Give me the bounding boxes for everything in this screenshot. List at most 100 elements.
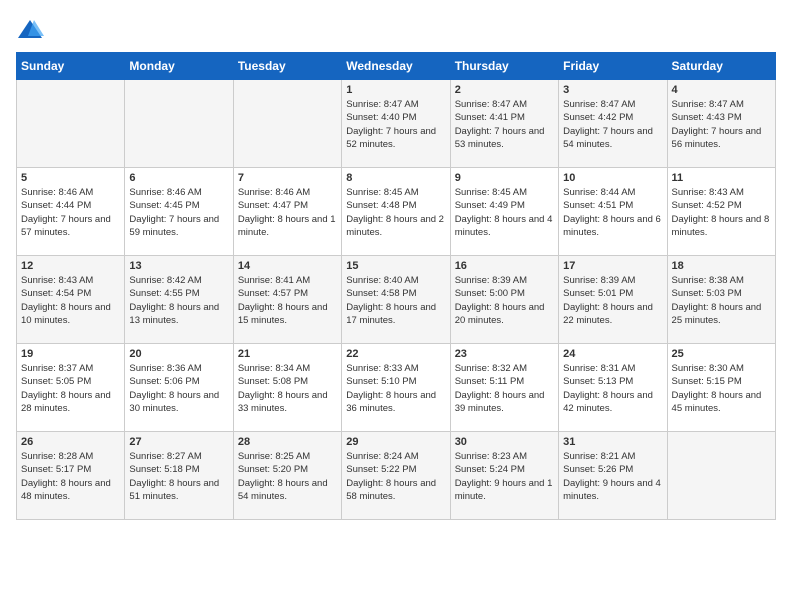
week-row-2: 12 Sunrise: 8:43 AM Sunset: 4:54 PM Dayli…: [17, 256, 776, 344]
day-info: Sunrise: 8:30 AM Sunset: 5:15 PM Dayligh…: [672, 362, 771, 415]
calendar-table: SundayMondayTuesdayWednesdayThursdayFrid…: [16, 52, 776, 520]
calendar-cell: 28 Sunrise: 8:25 AM Sunset: 5:20 PM Dayli…: [233, 432, 341, 520]
header-day-monday: Monday: [125, 53, 233, 80]
day-number: 13: [129, 260, 228, 272]
day-number: 4: [672, 84, 771, 96]
day-info: Sunrise: 8:43 AM Sunset: 4:52 PM Dayligh…: [672, 186, 771, 239]
day-info: Sunrise: 8:38 AM Sunset: 5:03 PM Dayligh…: [672, 274, 771, 327]
day-info: Sunrise: 8:44 AM Sunset: 4:51 PM Dayligh…: [563, 186, 662, 239]
day-number: 1: [346, 84, 445, 96]
day-number: 26: [21, 436, 120, 448]
day-number: 18: [672, 260, 771, 272]
day-info: Sunrise: 8:45 AM Sunset: 4:48 PM Dayligh…: [346, 186, 445, 239]
day-info: Sunrise: 8:46 AM Sunset: 4:44 PM Dayligh…: [21, 186, 120, 239]
logo: [16, 16, 48, 44]
page-header: [16, 16, 776, 44]
calendar-cell: [233, 80, 341, 168]
day-info: Sunrise: 8:40 AM Sunset: 4:58 PM Dayligh…: [346, 274, 445, 327]
header-day-tuesday: Tuesday: [233, 53, 341, 80]
calendar-cell: 21 Sunrise: 8:34 AM Sunset: 5:08 PM Dayli…: [233, 344, 341, 432]
day-info: Sunrise: 8:47 AM Sunset: 4:40 PM Dayligh…: [346, 98, 445, 151]
calendar-cell: 27Sunrise: 8:27 AM Sunset: 5:18 PM Dayli…: [125, 432, 233, 520]
calendar-cell: 17 Sunrise: 8:39 AM Sunset: 5:01 PM Dayli…: [559, 256, 667, 344]
calendar-cell: 9 Sunrise: 8:45 AM Sunset: 4:49 PM Daylig…: [450, 168, 558, 256]
day-number: 11: [672, 172, 771, 184]
day-number: 14: [238, 260, 337, 272]
day-number: 5: [21, 172, 120, 184]
header-row: SundayMondayTuesdayWednesdayThursdayFrid…: [17, 53, 776, 80]
day-info: Sunrise: 8:47 AM Sunset: 4:41 PM Dayligh…: [455, 98, 554, 151]
calendar-cell: 19 Sunrise: 8:37 AM Sunset: 5:05 PM Dayli…: [17, 344, 125, 432]
calendar-cell: 13 Sunrise: 8:42 AM Sunset: 4:55 PM Dayli…: [125, 256, 233, 344]
calendar-cell: 1 Sunrise: 8:47 AM Sunset: 4:40 PM Daylig…: [342, 80, 450, 168]
header-day-wednesday: Wednesday: [342, 53, 450, 80]
calendar-cell: 11 Sunrise: 8:43 AM Sunset: 4:52 PM Dayli…: [667, 168, 775, 256]
day-info: Sunrise: 8:31 AM Sunset: 5:13 PM Dayligh…: [563, 362, 662, 415]
day-number: 8: [346, 172, 445, 184]
day-number: 2: [455, 84, 554, 96]
day-number: 23: [455, 348, 554, 360]
day-info: Sunrise: 8:25 AM Sunset: 5:20 PM Dayligh…: [238, 450, 337, 503]
day-info: Sunrise: 8:24 AM Sunset: 5:22 PM Dayligh…: [346, 450, 445, 503]
day-info: Sunrise: 8:33 AM Sunset: 5:10 PM Dayligh…: [346, 362, 445, 415]
header-day-sunday: Sunday: [17, 53, 125, 80]
calendar-cell: 14 Sunrise: 8:41 AM Sunset: 4:57 PM Dayli…: [233, 256, 341, 344]
day-info: Sunrise: 8:28 AM Sunset: 5:17 PM Dayligh…: [21, 450, 120, 503]
day-info: Sunrise: 8:36 AM Sunset: 5:06 PM Dayligh…: [129, 362, 228, 415]
week-row-4: 26 Sunrise: 8:28 AM Sunset: 5:17 PM Dayli…: [17, 432, 776, 520]
day-info: Sunrise: 8:47 AM Sunset: 4:42 PM Dayligh…: [563, 98, 662, 151]
day-number: 21: [238, 348, 337, 360]
week-row-1: 5 Sunrise: 8:46 AM Sunset: 4:44 PM Daylig…: [17, 168, 776, 256]
calendar-cell: 18 Sunrise: 8:38 AM Sunset: 5:03 PM Dayli…: [667, 256, 775, 344]
calendar-cell: [667, 432, 775, 520]
logo-icon: [16, 16, 44, 44]
day-info: Sunrise: 8:41 AM Sunset: 4:57 PM Dayligh…: [238, 274, 337, 327]
day-info: Sunrise: 8:37 AM Sunset: 5:05 PM Dayligh…: [21, 362, 120, 415]
day-info: Sunrise: 8:46 AM Sunset: 4:47 PM Dayligh…: [238, 186, 337, 239]
day-number: 30: [455, 436, 554, 448]
calendar-cell: 8 Sunrise: 8:45 AM Sunset: 4:48 PM Daylig…: [342, 168, 450, 256]
header-day-saturday: Saturday: [667, 53, 775, 80]
calendar-cell: [17, 80, 125, 168]
calendar-cell: 6 Sunrise: 8:46 AM Sunset: 4:45 PM Daylig…: [125, 168, 233, 256]
day-info: Sunrise: 8:46 AM Sunset: 4:45 PM Dayligh…: [129, 186, 228, 239]
day-number: 9: [455, 172, 554, 184]
day-info: Sunrise: 8:34 AM Sunset: 5:08 PM Dayligh…: [238, 362, 337, 415]
calendar-cell: 25 Sunrise: 8:30 AM Sunset: 5:15 PM Dayli…: [667, 344, 775, 432]
day-number: 28: [238, 436, 337, 448]
calendar-cell: 4 Sunrise: 8:47 AM Sunset: 4:43 PM Daylig…: [667, 80, 775, 168]
day-number: 24: [563, 348, 662, 360]
day-number: 12: [21, 260, 120, 272]
day-info: Sunrise: 8:23 AM Sunset: 5:24 PM Dayligh…: [455, 450, 554, 503]
day-number: 31: [563, 436, 662, 448]
day-number: 16: [455, 260, 554, 272]
day-number: 19: [21, 348, 120, 360]
calendar-cell: 20Sunrise: 8:36 AM Sunset: 5:06 PM Dayli…: [125, 344, 233, 432]
week-row-3: 19 Sunrise: 8:37 AM Sunset: 5:05 PM Dayli…: [17, 344, 776, 432]
calendar-cell: 22 Sunrise: 8:33 AM Sunset: 5:10 PM Dayli…: [342, 344, 450, 432]
day-number: 25: [672, 348, 771, 360]
day-info: Sunrise: 8:45 AM Sunset: 4:49 PM Dayligh…: [455, 186, 554, 239]
day-info: Sunrise: 8:47 AM Sunset: 4:43 PM Dayligh…: [672, 98, 771, 151]
calendar-cell: 23Sunrise: 8:32 AM Sunset: 5:11 PM Dayli…: [450, 344, 558, 432]
day-info: Sunrise: 8:42 AM Sunset: 4:55 PM Dayligh…: [129, 274, 228, 327]
day-number: 22: [346, 348, 445, 360]
day-number: 6: [129, 172, 228, 184]
day-info: Sunrise: 8:39 AM Sunset: 5:00 PM Dayligh…: [455, 274, 554, 327]
calendar-cell: 31Sunrise: 8:21 AM Sunset: 5:26 PM Dayli…: [559, 432, 667, 520]
calendar-cell: 5 Sunrise: 8:46 AM Sunset: 4:44 PM Daylig…: [17, 168, 125, 256]
calendar-cell: 3 Sunrise: 8:47 AM Sunset: 4:42 PM Daylig…: [559, 80, 667, 168]
week-row-0: 1 Sunrise: 8:47 AM Sunset: 4:40 PM Daylig…: [17, 80, 776, 168]
day-number: 10: [563, 172, 662, 184]
day-info: Sunrise: 8:43 AM Sunset: 4:54 PM Dayligh…: [21, 274, 120, 327]
calendar-cell: 26 Sunrise: 8:28 AM Sunset: 5:17 PM Dayli…: [17, 432, 125, 520]
calendar-cell: 30 Sunrise: 8:23 AM Sunset: 5:24 PM Dayli…: [450, 432, 558, 520]
day-number: 29: [346, 436, 445, 448]
header-day-thursday: Thursday: [450, 53, 558, 80]
day-number: 17: [563, 260, 662, 272]
header-day-friday: Friday: [559, 53, 667, 80]
calendar-cell: 15Sunrise: 8:40 AM Sunset: 4:58 PM Dayli…: [342, 256, 450, 344]
day-number: 3: [563, 84, 662, 96]
day-info: Sunrise: 8:39 AM Sunset: 5:01 PM Dayligh…: [563, 274, 662, 327]
calendar-cell: 10 Sunrise: 8:44 AM Sunset: 4:51 PM Dayli…: [559, 168, 667, 256]
